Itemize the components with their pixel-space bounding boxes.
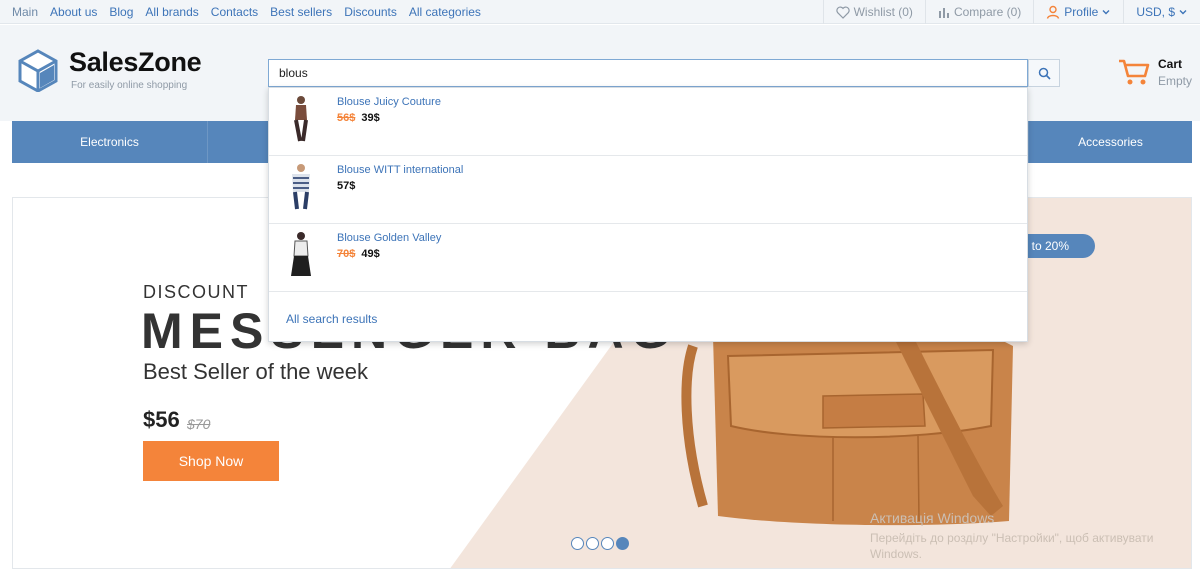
product-thumbnail — [291, 232, 311, 276]
logo-box-icon[interactable] — [16, 48, 60, 92]
topnav-all-brands[interactable]: All brands — [145, 0, 198, 24]
suggestion-name[interactable]: Blouse Golden Valley — [337, 232, 441, 244]
search-input[interactable] — [268, 59, 1028, 87]
hero-subtitle: Best Seller of the week — [143, 359, 369, 384]
topnav-best-sellers[interactable]: Best sellers — [270, 0, 332, 24]
topnav-contacts[interactable]: Contacts — [211, 0, 258, 24]
top-nav: Main About us Blog All brands Contacts B… — [0, 0, 481, 24]
cart-title[interactable]: Cart — [1158, 57, 1182, 71]
hero-price: $56 — [143, 407, 180, 432]
category-accessories[interactable]: Accessories — [1028, 121, 1192, 163]
currency-dropdown[interactable]: USD, $ — [1123, 0, 1200, 24]
bar-chart-icon — [938, 8, 949, 18]
messenger-bag-image — [681, 321, 1013, 526]
product-thumbnail — [292, 164, 310, 210]
user-icon — [1047, 5, 1060, 19]
suggestion-item[interactable]: Blouse WITT international 57$ — [269, 156, 1027, 224]
search-button[interactable] — [1028, 59, 1060, 87]
compare-label: Compare (0) — [953, 5, 1022, 19]
windows-watermark-text: Перейдіть до розділу "Настройки", щоб ак… — [870, 531, 1154, 561]
category-electronics[interactable]: Electronics — [12, 121, 208, 163]
search-icon — [1038, 67, 1051, 80]
suggestion-item[interactable]: Blouse Golden Valley 70$ 49$ — [269, 224, 1027, 292]
slider-dot-2[interactable] — [586, 537, 599, 550]
slider-dots — [571, 537, 631, 550]
product-thumbnail — [294, 96, 308, 142]
wishlist-link[interactable]: Wishlist (0) — [822, 0, 925, 24]
cart-icon[interactable] — [1118, 58, 1150, 86]
hero-discount-label: DISCOUNT — [143, 282, 249, 302]
topnav-discounts[interactable]: Discounts — [344, 0, 397, 24]
shop-now-button[interactable]: Shop Now — [143, 441, 279, 481]
all-search-results-link[interactable]: All search results — [286, 312, 377, 326]
topnav-about-us[interactable]: About us — [50, 0, 97, 24]
currency-label: USD, $ — [1136, 5, 1175, 19]
chevron-down-icon — [1179, 10, 1187, 15]
suggestion-old-price: 70$ — [337, 248, 356, 260]
suggestion-name[interactable]: Blouse Juicy Couture — [337, 96, 441, 108]
suggestion-price: 57$ — [337, 180, 355, 192]
slider-dot-1[interactable] — [571, 537, 584, 550]
compare-link[interactable]: Compare (0) — [924, 0, 1033, 24]
top-bar: Main About us Blog All brands Contacts B… — [0, 0, 1200, 24]
topnav-all-categories[interactable]: All categories — [409, 0, 481, 24]
search-suggestions-dropdown: Blouse Juicy Couture 56$ 39$ Blouse WITT … — [268, 87, 1028, 342]
suggestion-current-price: 49$ — [361, 248, 380, 260]
topnav-main[interactable]: Main — [12, 0, 38, 24]
top-right-menu: Wishlist (0) Compare (0) Profile USD, $ — [822, 0, 1200, 24]
cart-status: Empty — [1158, 74, 1193, 88]
suggestion-price: 70$ 49$ — [337, 248, 380, 260]
chevron-down-icon — [1102, 10, 1110, 15]
profile-label: Profile — [1064, 5, 1099, 19]
logo-subtitle: For easily online shopping — [71, 80, 188, 91]
suggestion-item[interactable]: Blouse Juicy Couture 56$ 39$ — [269, 88, 1027, 156]
wishlist-label: Wishlist (0) — [853, 5, 913, 19]
slider-dot-4[interactable] — [616, 537, 629, 550]
suggestion-name[interactable]: Blouse WITT international — [337, 164, 463, 176]
profile-dropdown[interactable]: Profile — [1033, 0, 1123, 24]
suggestion-old-price: 56$ — [337, 112, 356, 124]
suggestion-price: 56$ 39$ — [337, 112, 380, 124]
suggestion-current-price: 57$ — [337, 180, 356, 192]
topnav-blog[interactable]: Blog — [109, 0, 133, 24]
hero-old-price: $70 — [187, 416, 211, 432]
windows-watermark-title: Активація Windows — [870, 510, 995, 526]
slider-dot-3[interactable] — [601, 537, 614, 550]
suggestion-current-price: 39$ — [361, 112, 380, 124]
logo-title[interactable]: SalesZone — [69, 47, 202, 78]
heart-icon — [835, 5, 850, 19]
